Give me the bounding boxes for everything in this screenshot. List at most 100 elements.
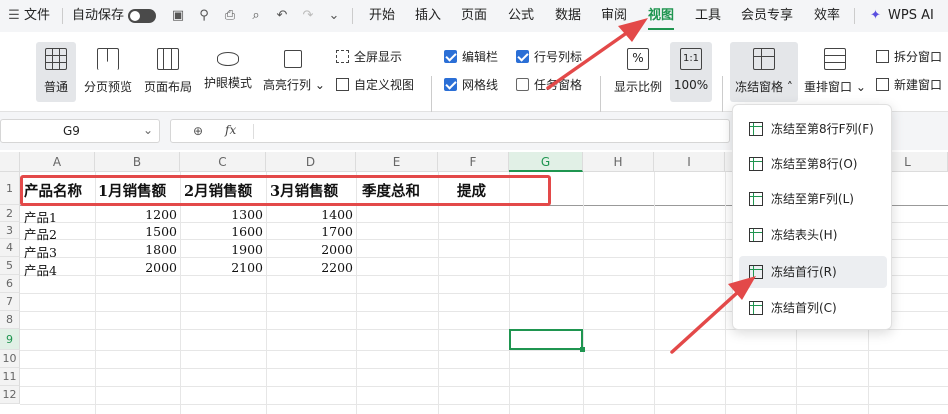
col-header-a[interactable]: A (20, 152, 95, 172)
name-box-value: G9 (63, 124, 80, 138)
cell-c4[interactable]: 1900 (180, 242, 263, 257)
normal-view-button[interactable]: 普通 (36, 42, 76, 102)
checkbox-unchecked-icon (516, 78, 529, 91)
tab-efficiency[interactable]: 效率 (814, 0, 840, 32)
col-header-b[interactable]: B (95, 152, 180, 172)
freeze-first-row[interactable]: 冻结首行(R) (739, 256, 887, 288)
zoom-button[interactable]: % 显示比例 (614, 48, 662, 95)
row-header-8[interactable]: 8 (0, 311, 20, 329)
save-icon[interactable]: ▣ (170, 8, 186, 24)
select-all-corner[interactable] (0, 152, 20, 172)
cell-c3[interactable]: 1600 (180, 224, 263, 239)
tab-home[interactable]: 开始 (369, 0, 395, 32)
highlight-rowcol-label: 高亮行列 ⌄ (263, 76, 325, 93)
col-header-i[interactable]: I (654, 152, 725, 172)
menu-bar: ☰ 文件 自动保存 ▣ ⚲ ⎙ ⌕ ↶ ↷ ⌄ 开始 插入 页面 公式 数据 审… (0, 0, 948, 32)
fullscreen-button[interactable]: 全屏显示 (336, 48, 402, 66)
col-header-e[interactable]: E (356, 152, 438, 172)
fullscreen-icon (336, 50, 349, 63)
page-break-preview-button[interactable]: 分页预览 (84, 48, 132, 95)
row-header-4[interactable]: 4 (0, 239, 20, 257)
tab-data[interactable]: 数据 (555, 0, 581, 32)
tab-view[interactable]: 视图 (648, 0, 675, 32)
file-menu[interactable]: 文件 (24, 0, 50, 32)
row-header-2[interactable]: 2 (0, 205, 20, 222)
tab-member[interactable]: 会员专享 (741, 0, 793, 32)
custom-view-button[interactable]: 自定义视图 (336, 76, 414, 94)
row-header-5[interactable]: 5 (0, 257, 20, 275)
cell-d3[interactable]: 1700 (266, 224, 353, 239)
fx-icon[interactable]: fx (225, 123, 236, 137)
freeze-to-8row-fcol[interactable]: 冻结至第8行F列(F) (739, 113, 887, 145)
print-icon[interactable]: ⎙ (222, 8, 238, 24)
cell-d5[interactable]: 2200 (266, 260, 353, 275)
chevron-down-icon: ⌄ (852, 80, 866, 94)
row-header-6[interactable]: 6 (0, 275, 20, 293)
share-icon[interactable]: ⚲ (196, 8, 212, 24)
col-header-d[interactable]: D (266, 152, 356, 172)
tab-insert[interactable]: 插入 (415, 0, 441, 32)
highlight-rowcol-button[interactable]: 高亮行列 ⌄ (263, 48, 325, 93)
menu-item-label: 冻结至第F列(L) (771, 192, 854, 206)
row-header-12[interactable]: 12 (0, 386, 20, 404)
row-header-9[interactable]: 9 (0, 329, 20, 350)
cell-b4[interactable]: 1800 (95, 242, 177, 257)
col-header-g[interactable]: G (509, 152, 583, 172)
zoom-100-button[interactable]: 1:1 100% (670, 42, 712, 102)
freeze-header-icon (749, 228, 763, 242)
cell-a5[interactable]: 产品4 (24, 260, 57, 279)
chevron-down-icon[interactable]: ⌄ (326, 8, 342, 24)
page-layout-label: 页面布局 (144, 80, 193, 94)
freeze-panes-button[interactable]: 冻结窗格 ˄ (730, 42, 798, 102)
col-header-h[interactable]: H (583, 152, 654, 172)
normal-view-label: 普通 (43, 80, 68, 94)
cell-b2[interactable]: 1200 (95, 207, 177, 222)
tab-formula[interactable]: 公式 (508, 0, 534, 32)
gridlines-checkbox[interactable]: 网格线 (444, 76, 498, 94)
page-layout-button[interactable]: 页面布局 (144, 48, 192, 95)
formula-bar-checkbox[interactable]: 编辑栏 (444, 48, 498, 66)
redo-icon[interactable]: ↷ (300, 8, 316, 24)
row-header-10[interactable]: 10 (0, 350, 20, 368)
cell-a3[interactable]: 产品2 (24, 224, 57, 243)
wps-ai-button[interactable]: WPS AI (888, 0, 934, 32)
row-header-3[interactable]: 3 (0, 222, 20, 239)
freeze-first-col[interactable]: 冻结首列(C) (739, 292, 887, 324)
chevron-down-icon[interactable]: ⌄ (143, 123, 153, 137)
formula-input[interactable]: ⊕ fx (170, 119, 730, 143)
row-header-1[interactable]: 1 (0, 172, 20, 205)
rearrange-window-button[interactable]: 重排窗口 ⌄ (804, 48, 866, 95)
row-header-11[interactable]: 11 (0, 368, 20, 386)
undo-icon[interactable]: ↶ (274, 8, 290, 24)
cell-c5[interactable]: 2100 (180, 260, 263, 275)
task-pane-checkbox[interactable]: 任务窗格 (516, 76, 582, 94)
tab-tools[interactable]: 工具 (695, 0, 721, 32)
eye-mode-button[interactable]: 护眼模式 (204, 48, 252, 91)
wps-ai-icon[interactable]: ✦ (870, 0, 881, 32)
split-window-button[interactable]: 拆分窗口 (876, 48, 942, 66)
menu-icon[interactable]: ☰ (6, 8, 22, 24)
print-preview-icon[interactable]: ⌕ (248, 8, 264, 24)
tab-page[interactable]: 页面 (461, 0, 487, 32)
cell-b5[interactable]: 2000 (95, 260, 177, 275)
zoom-search-icon[interactable]: ⊕ (193, 124, 203, 138)
headings-checkbox[interactable]: 行号列标 (516, 48, 582, 66)
new-window-button[interactable]: 新建窗口 (876, 76, 942, 94)
row-header-7[interactable]: 7 (0, 293, 20, 311)
crosshair-icon (284, 50, 302, 68)
freeze-to-8row[interactable]: 冻结至第8行(O) (739, 148, 887, 180)
autosave-toggle[interactable] (128, 9, 156, 23)
freeze-first-row-icon (749, 265, 763, 279)
col-header-c[interactable]: C (180, 152, 266, 172)
col-header-f[interactable]: F (438, 152, 509, 172)
cell-d2[interactable]: 1400 (266, 207, 353, 222)
cell-d4[interactable]: 2000 (266, 242, 353, 257)
name-box[interactable]: G9 ⌄ (0, 119, 160, 143)
cell-b3[interactable]: 1500 (95, 224, 177, 239)
tab-review[interactable]: 审阅 (601, 0, 627, 32)
freeze-header[interactable]: 冻结表头(H) (739, 219, 887, 251)
cell-a4[interactable]: 产品3 (24, 242, 57, 261)
active-cell-g9[interactable] (509, 329, 585, 352)
freeze-to-fcol[interactable]: 冻结至第F列(L) (739, 183, 887, 215)
cell-c2[interactable]: 1300 (180, 207, 263, 222)
